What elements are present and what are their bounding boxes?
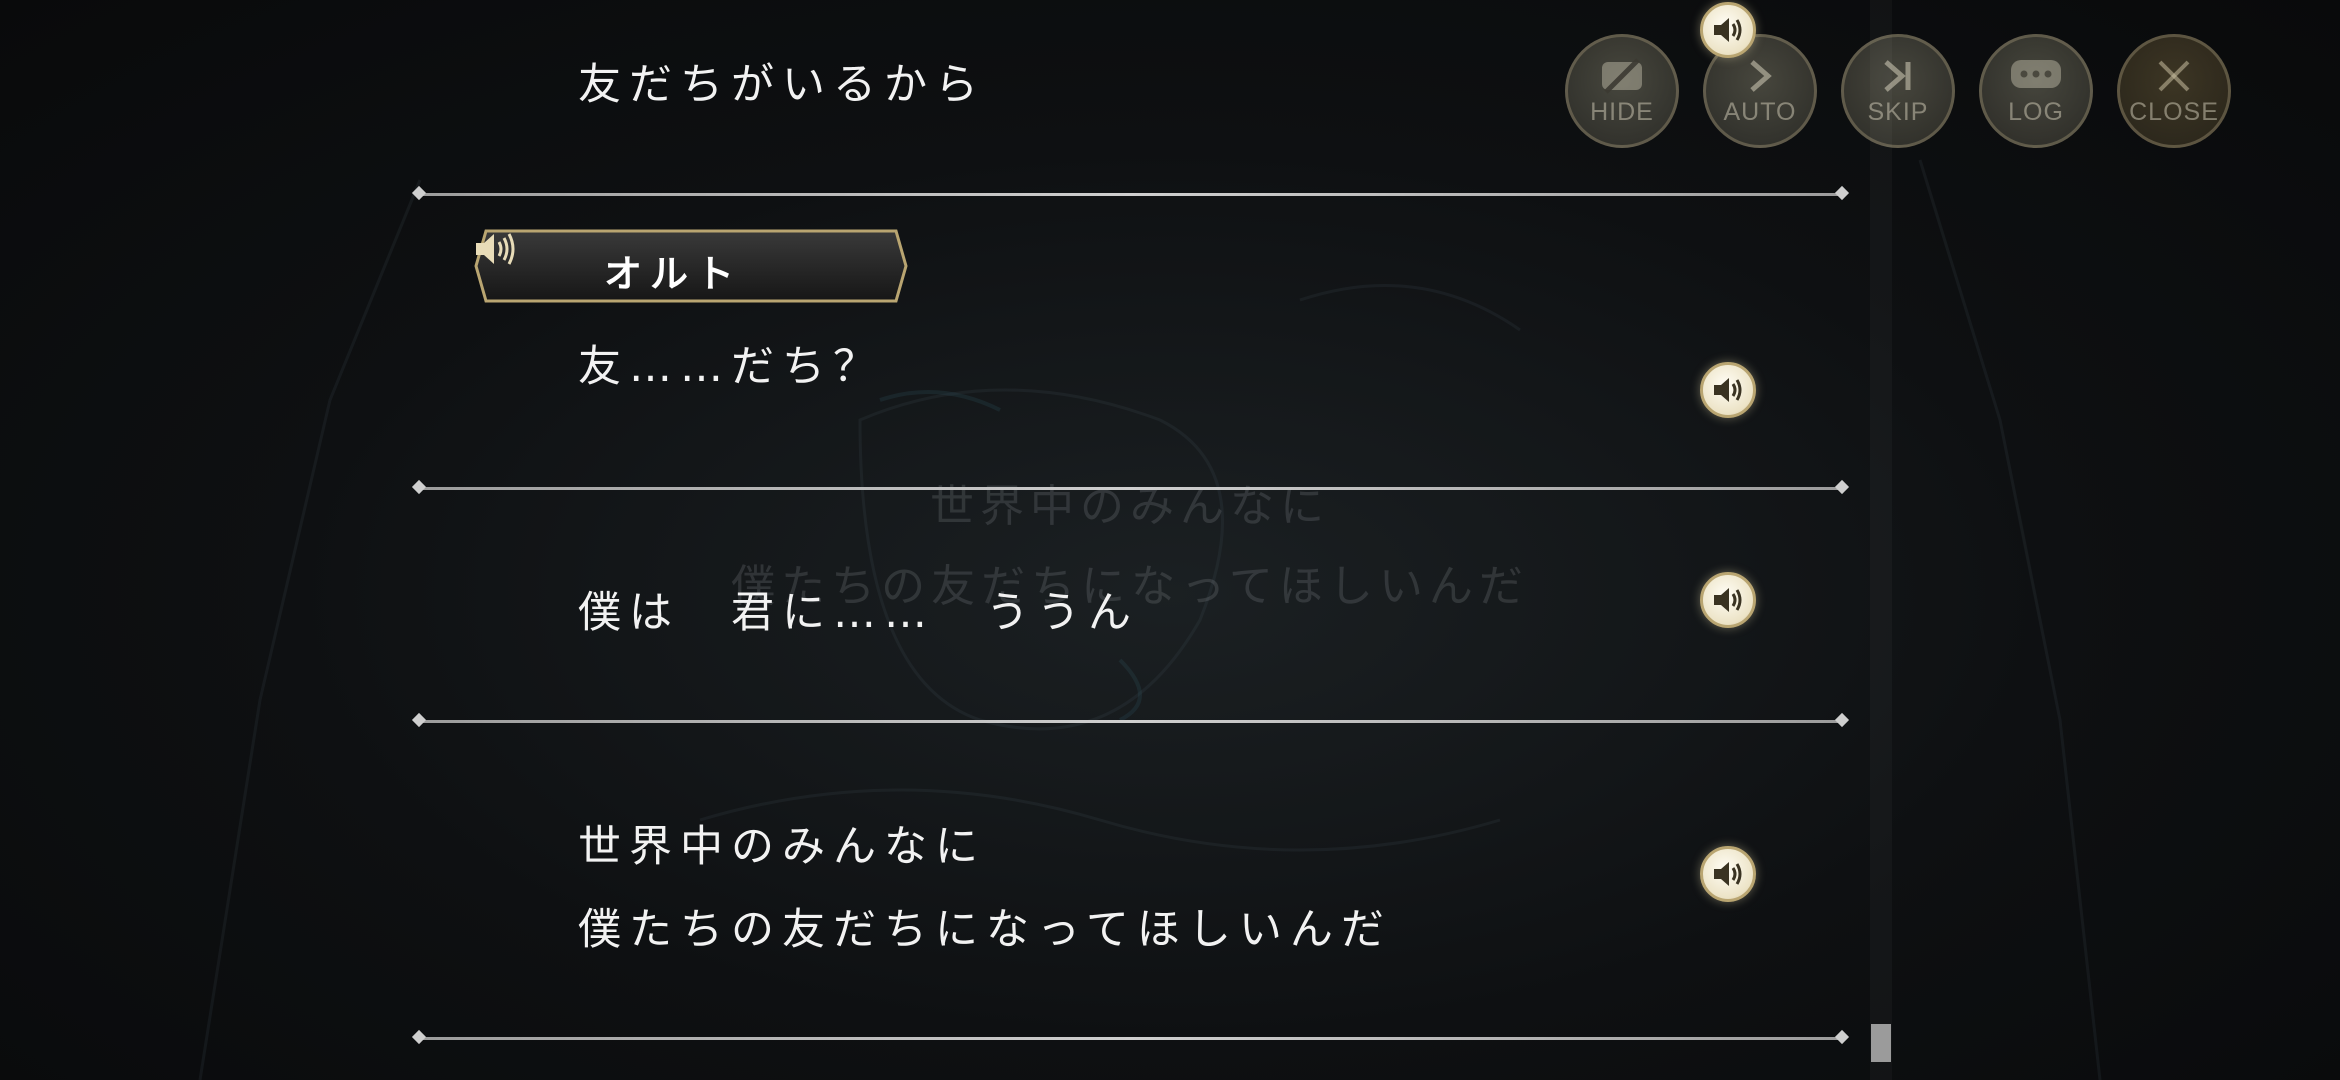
log-scrollbar-track[interactable] bbox=[1870, 0, 1892, 1080]
voice-replay-button[interactable] bbox=[1700, 846, 1756, 902]
skip-button[interactable]: SKIP bbox=[1841, 34, 1955, 148]
log-divider bbox=[418, 720, 1843, 723]
log-label: LOG bbox=[2008, 97, 2064, 126]
voice-replay-button[interactable] bbox=[1700, 572, 1756, 628]
speaker-name-plate[interactable]: オルト bbox=[474, 229, 908, 303]
log-entry-line: 僕は 君に…… ううん bbox=[578, 588, 1139, 638]
log-entry-line: 僕たちの友だちになってほしいんだ bbox=[578, 905, 1392, 955]
voice-replay-button[interactable] bbox=[1700, 2, 1756, 58]
voice-replay-button[interactable] bbox=[1700, 362, 1756, 418]
close-icon bbox=[2154, 56, 2194, 96]
log-divider bbox=[418, 1037, 1843, 1040]
speaker-voice-icon[interactable] bbox=[474, 229, 518, 269]
chat-bubble-icon bbox=[2009, 56, 2063, 96]
hud-toolbar: HIDE AUTO SKIP LOG CLOSE bbox=[1565, 34, 2231, 148]
log-scrollbar-thumb[interactable] bbox=[1871, 1024, 1891, 1062]
log-entry-line: 友……だち？ bbox=[578, 342, 884, 392]
close-label: CLOSE bbox=[2129, 97, 2219, 126]
close-button[interactable]: CLOSE bbox=[2117, 34, 2231, 148]
hide-icon bbox=[1596, 56, 1648, 96]
log-button[interactable]: LOG bbox=[1979, 34, 2093, 148]
speaker-icon bbox=[1714, 18, 1742, 42]
play-icon bbox=[1740, 56, 1780, 96]
background-caption-line-1: 世界中のみんなに bbox=[930, 481, 1330, 532]
speaker-icon bbox=[1714, 378, 1742, 402]
hide-label: HIDE bbox=[1590, 97, 1654, 126]
auto-label: AUTO bbox=[1723, 97, 1797, 126]
speaker-icon bbox=[1714, 862, 1742, 886]
hide-button[interactable]: HIDE bbox=[1565, 34, 1679, 148]
log-entry-line: 友だちがいるから bbox=[578, 60, 986, 110]
log-divider bbox=[418, 193, 1843, 196]
speaker-name: オルト bbox=[604, 252, 743, 296]
log-divider bbox=[418, 487, 1843, 490]
game-screen: 世界中のみんなに 僕たちの友だちになってほしいんだ HIDE AUTO SKIP… bbox=[0, 0, 2340, 1080]
log-entry-line: 世界中のみんなに bbox=[578, 822, 986, 872]
speaker-icon bbox=[1714, 588, 1742, 612]
